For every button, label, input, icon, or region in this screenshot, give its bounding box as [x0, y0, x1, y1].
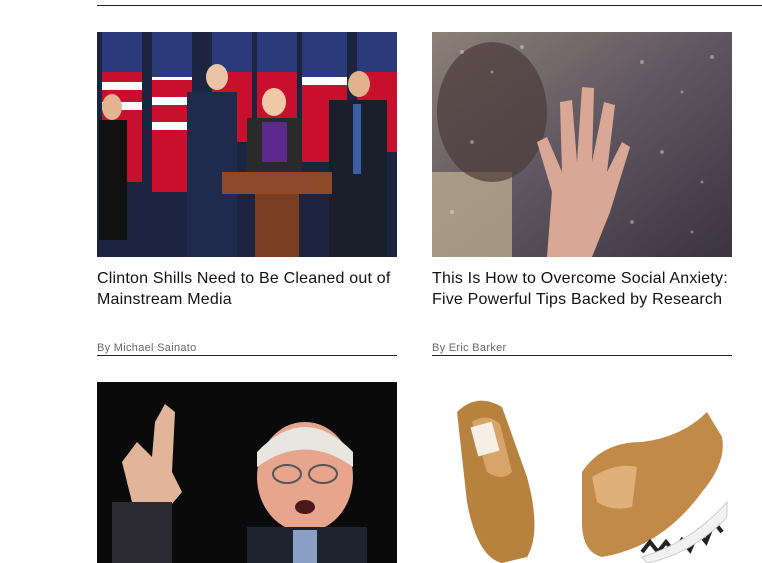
article-thumbnail[interactable] [97, 382, 397, 563]
article-thumbnail[interactable] [432, 32, 732, 257]
article-headline[interactable]: Clinton Shills Need to Be Cleaned out of… [97, 268, 397, 310]
article-byline: By Eric Barker [432, 342, 507, 354]
article-thumbnail[interactable] [432, 382, 732, 563]
card-divider [97, 355, 397, 356]
article-thumbnail[interactable] [97, 32, 397, 257]
byline-prefix: By [432, 342, 446, 354]
card-divider [432, 355, 732, 356]
article-card[interactable] [97, 382, 397, 563]
article-card[interactable] [432, 382, 732, 563]
article-card[interactable]: This Is How to Overcome Social Anxiety: … [432, 32, 732, 356]
author-link[interactable]: Eric Barker [449, 342, 507, 354]
article-card[interactable]: Clinton Shills Need to Be Cleaned out of… [97, 32, 397, 356]
author-link[interactable]: Michael Sainato [114, 342, 197, 354]
article-headline[interactable]: This Is How to Overcome Social Anxiety: … [432, 268, 732, 310]
article-byline: By Michael Sainato [97, 342, 197, 354]
top-divider [97, 5, 762, 6]
byline-prefix: By [97, 342, 111, 354]
